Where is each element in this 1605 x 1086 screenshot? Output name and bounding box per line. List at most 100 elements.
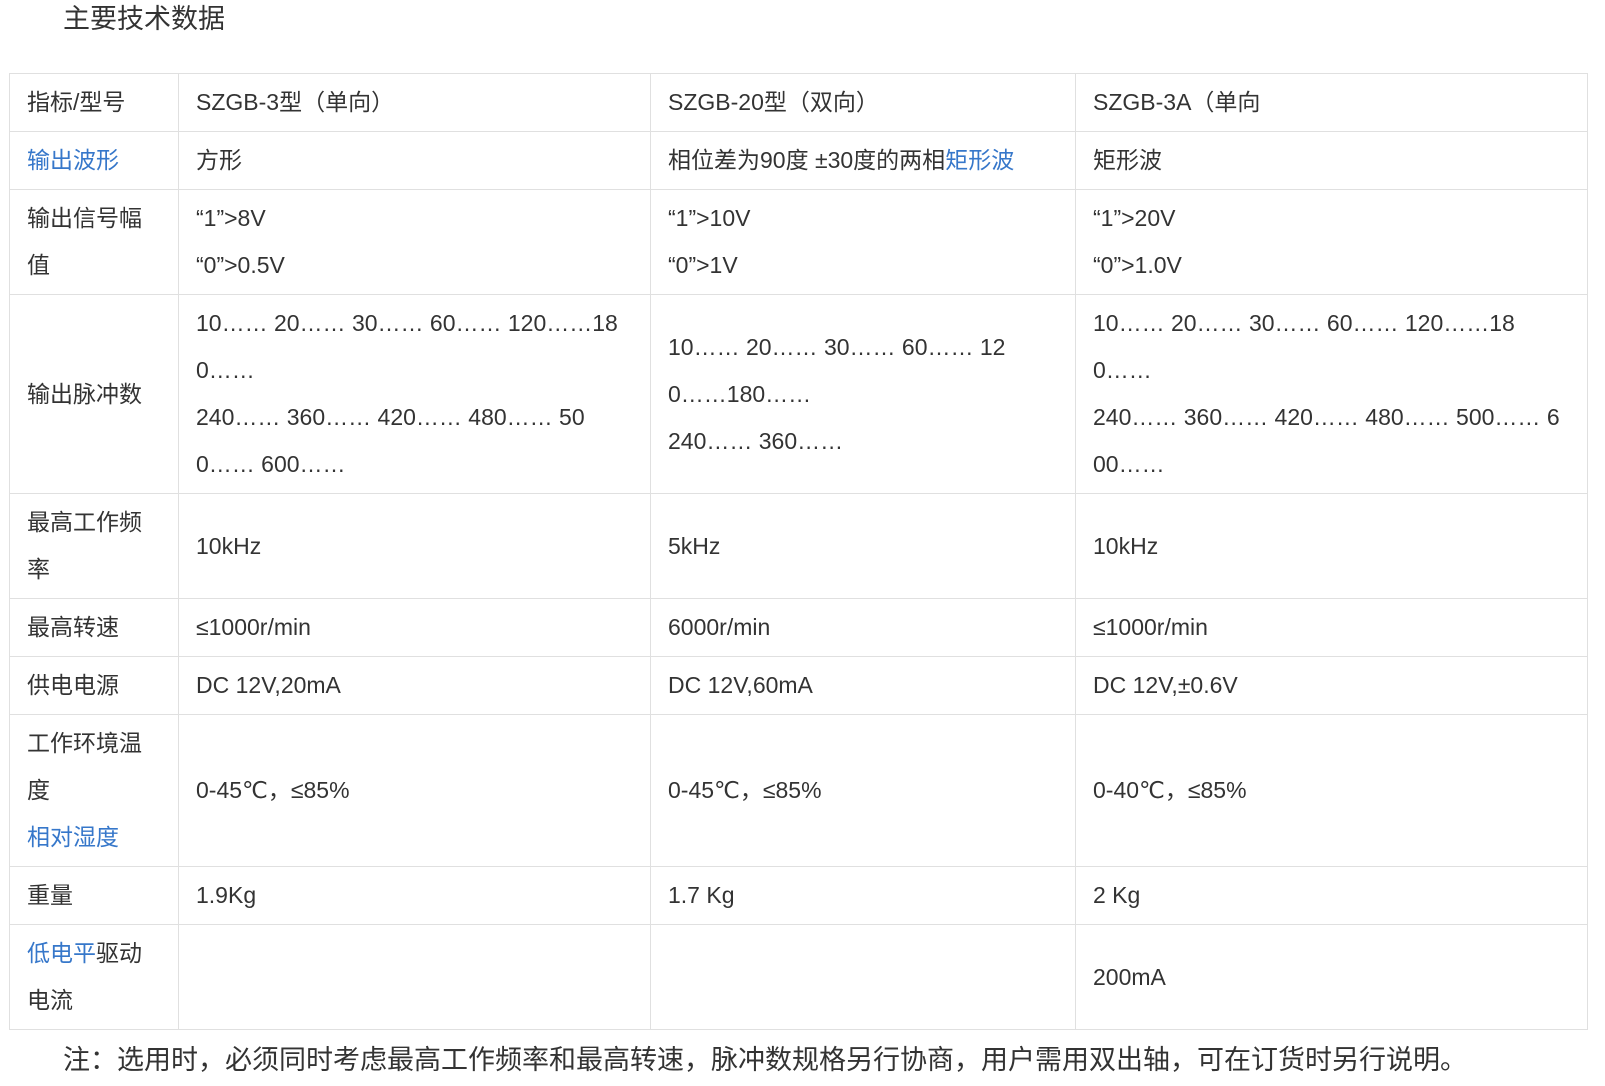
text-segment: 5kHz xyxy=(668,533,720,559)
text-segment: 工作环境温度 xyxy=(27,730,142,803)
text-segment: 1.9Kg xyxy=(196,882,256,908)
text-segment: 相位差为90度 ±30度的两相 xyxy=(668,147,945,173)
cell-line: 5kHz xyxy=(668,523,1058,570)
text-segment: “0”>0.5V xyxy=(196,252,285,278)
row-label-weight: 重量 xyxy=(10,867,179,925)
cell-output-waveform-col2: 相位差为90度 ±30度的两相矩形波 xyxy=(651,132,1076,190)
text-segment: 0-40℃，≤85% xyxy=(1093,777,1247,803)
cell-power-supply-col1: DC 12V,20mA xyxy=(179,657,651,715)
text-segment: ≤1000r/min xyxy=(196,614,311,640)
cell-output-signal-amplitude-col3: “1”>20V“0”>1.0V xyxy=(1076,190,1588,295)
spec-table-body: 指标/型号SZGB-3型（单向）SZGB-20型（双向）SZGB-3A（单向输出… xyxy=(10,74,1588,1030)
cell-line: 矩形波 xyxy=(1093,137,1570,184)
inline-link[interactable]: 低电平 xyxy=(27,940,96,966)
cell-line: 最高工作频率 xyxy=(27,499,161,593)
text-segment: 最高转速 xyxy=(27,614,119,640)
cell-low-level-drive-current-col2 xyxy=(651,925,1076,1030)
cell-max-rotation-speed-col1: ≤1000r/min xyxy=(179,599,651,657)
footnote: 注：选用时，必须同时考虑最高工作频率和最高转速，脉冲数规格另行协商，用户需用双出… xyxy=(63,1040,1605,1080)
text-segment: 200mA xyxy=(1093,964,1166,990)
row-power-supply: 供电电源 DC 12V,20mA DC 12V,60mA DC 12V,±0.6V xyxy=(10,657,1588,715)
cell-line: “0”>0.5V xyxy=(196,242,633,289)
cell-line: “1”>20V xyxy=(1093,195,1570,242)
cell-line: DC 12V,±0.6V xyxy=(1093,662,1570,709)
cell-max-rotation-speed-col3: ≤1000r/min xyxy=(1076,599,1588,657)
row-label-output-signal-amplitude: 输出信号幅值 xyxy=(10,190,179,295)
cell-line: DC 12V,60mA xyxy=(668,662,1058,709)
row-label-working-environment-temp-humidity: 工作环境温度相对湿度 xyxy=(10,715,179,867)
text-segment: “0”>1V xyxy=(668,252,738,278)
cell-line: 方形 xyxy=(196,137,633,184)
row-label-low-level-drive-current: 低电平驱动电流 xyxy=(10,925,179,1030)
text-segment: 10…… 20…… 30…… 60…… 120……180…… xyxy=(196,310,618,383)
spec-table: 指标/型号SZGB-3型（单向）SZGB-20型（双向）SZGB-3A（单向输出… xyxy=(9,73,1588,1030)
cell-line: 输出波形 xyxy=(27,137,161,184)
cell-line: 相位差为90度 ±30度的两相矩形波 xyxy=(668,137,1058,184)
text-segment: DC 12V,60mA xyxy=(668,672,813,698)
row-low-level-drive-current: 低电平驱动电流 200mA xyxy=(10,925,1588,1030)
cell-line: 输出脉冲数 xyxy=(27,371,161,418)
text-segment: DC 12V,±0.6V xyxy=(1093,672,1238,698)
cell-line: 重量 xyxy=(27,872,161,919)
text-segment: 方形 xyxy=(196,147,242,173)
cell-line: 相对湿度 xyxy=(27,814,161,861)
cell-max-working-frequency-col2: 5kHz xyxy=(651,494,1076,599)
cell-line: 2 Kg xyxy=(1093,872,1570,919)
cell-line: 供电电源 xyxy=(27,662,161,709)
cell-line: 0-45℃，≤85% xyxy=(196,767,633,814)
text-segment: 10…… 20…… 30…… 60…… 120……180…… xyxy=(1093,310,1515,383)
cell-line: 1.9Kg xyxy=(196,872,633,919)
text-segment: 240…… 360…… 420…… 480…… 500…… 600…… xyxy=(1093,404,1560,477)
cell-output-waveform-col3: 矩形波 xyxy=(1076,132,1588,190)
cell-weight-col2: 1.7 Kg xyxy=(651,867,1076,925)
row-weight: 重量 1.9Kg 1.7 Kg 2 Kg xyxy=(10,867,1588,925)
cell-max-rotation-speed-col2: 6000r/min xyxy=(651,599,1076,657)
text-segment: 240…… 360…… xyxy=(668,428,843,454)
cell-line: 0-40℃，≤85% xyxy=(1093,767,1570,814)
column-header-indicator-model: 指标/型号 xyxy=(10,74,179,132)
cell-power-supply-col2: DC 12V,60mA xyxy=(651,657,1076,715)
cell-low-level-drive-current-col1 xyxy=(179,925,651,1030)
cell-line: 1.7 Kg xyxy=(668,872,1058,919)
cell-working-environment-temp-humidity-col2: 0-45℃，≤85% xyxy=(651,715,1076,867)
cell-line: DC 12V,20mA xyxy=(196,662,633,709)
text-segment: 2 Kg xyxy=(1093,882,1140,908)
text-segment: 6000r/min xyxy=(668,614,770,640)
text-segment: 1.7 Kg xyxy=(668,882,735,908)
cell-power-supply-col3: DC 12V,±0.6V xyxy=(1076,657,1588,715)
row-label-output-waveform: 输出波形 xyxy=(10,132,179,190)
cell-line: 输出信号幅值 xyxy=(27,195,161,289)
text-segment: 0-45℃，≤85% xyxy=(668,777,822,803)
text-segment: “1”>8V xyxy=(196,205,266,231)
text-segment: 10kHz xyxy=(196,533,261,559)
inline-link[interactable]: 矩形波 xyxy=(945,147,1014,173)
text-segment: DC 12V,20mA xyxy=(196,672,341,698)
cell-working-environment-temp-humidity-col3: 0-40℃，≤85% xyxy=(1076,715,1588,867)
cell-low-level-drive-current-col3: 200mA xyxy=(1076,925,1588,1030)
cell-output-pulse-count-col3: 10…… 20…… 30…… 60…… 120……180…… 240…… 360…… xyxy=(1076,295,1588,494)
cell-line: ≤1000r/min xyxy=(196,604,633,651)
inline-link[interactable]: 输出波形 xyxy=(27,147,119,173)
cell-line: 0-45℃，≤85% xyxy=(668,767,1058,814)
cell-line: “0”>1.0V xyxy=(1093,242,1570,289)
text-segment: 0-45℃，≤85% xyxy=(196,777,350,803)
cell-weight-col1: 1.9Kg xyxy=(179,867,651,925)
cell-line: 240…… 360…… xyxy=(668,418,1058,465)
cell-working-environment-temp-humidity-col1: 0-45℃，≤85% xyxy=(179,715,651,867)
text-segment: ≤1000r/min xyxy=(1093,614,1208,640)
text-segment: 最高工作频率 xyxy=(27,509,142,582)
cell-output-pulse-count-col2: 10…… 20…… 30…… 60…… 120……180…… 240…… 360…… xyxy=(651,295,1076,494)
cell-line: 6000r/min xyxy=(668,604,1058,651)
row-max-rotation-speed: 最高转速 ≤1000r/min 6000r/min ≤1000r/min xyxy=(10,599,1588,657)
cell-line: 10kHz xyxy=(1093,523,1570,570)
cell-line: “0”>1V xyxy=(668,242,1058,289)
cell-max-working-frequency-col1: 10kHz xyxy=(179,494,651,599)
row-output-pulse-count: 输出脉冲数 10…… 20…… 30…… 60…… 120……180…… 240……… xyxy=(10,295,1588,494)
column-header-szgb-20: SZGB-20型（双向） xyxy=(651,74,1076,132)
cell-output-signal-amplitude-col1: “1”>8V “0”>0.5V xyxy=(179,190,651,295)
cell-line: 10…… 20…… 30…… 60…… 120……180…… xyxy=(1093,300,1570,394)
cell-line: 最高转速 xyxy=(27,604,161,651)
text-segment: 10…… 20…… 30…… 60…… 120……180…… xyxy=(668,334,1005,407)
inline-link[interactable]: 相对湿度 xyxy=(27,824,119,850)
cell-weight-col3: 2 Kg xyxy=(1076,867,1588,925)
